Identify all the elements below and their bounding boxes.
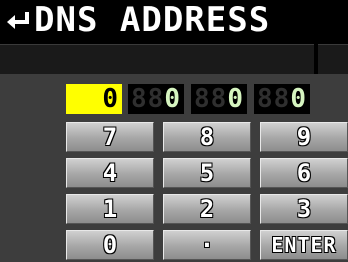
octet-ghost-digits: 88 [257, 84, 291, 114]
key-0[interactable]: 0 [66, 230, 154, 260]
key-8[interactable]: 8 [163, 122, 251, 152]
back-button[interactable] [4, 3, 32, 39]
octet-field-1[interactable]: 88 0 [66, 84, 122, 114]
enter-button[interactable]: ENTER [260, 230, 348, 260]
octet-field-2[interactable]: 88 0 [128, 84, 184, 114]
octet-value: 0 [164, 84, 181, 114]
title-bar: DNS ADDRESS [0, 0, 348, 44]
return-arrow-icon [7, 12, 29, 29]
key-7[interactable]: 7 [66, 122, 154, 152]
octet-ghost-digits: 88 [194, 84, 228, 114]
octet-value: 0 [290, 84, 307, 114]
key-1[interactable]: 1 [66, 194, 154, 224]
key-6[interactable]: 6 [260, 158, 348, 188]
octet-ghost-digits: 88 [69, 84, 103, 114]
octet-ghost-digits: 88 [131, 84, 165, 114]
address-display-side [318, 44, 348, 75]
octet-field-4[interactable]: 88 0 [254, 84, 310, 114]
key-4[interactable]: 4 [66, 158, 154, 188]
octet-value: 0 [102, 84, 119, 114]
key-5[interactable]: 5 [163, 158, 251, 188]
octet-field-3[interactable]: 88 0 [191, 84, 247, 114]
key-dot[interactable]: · [163, 230, 251, 260]
key-3[interactable]: 3 [260, 194, 348, 224]
page-title: DNS ADDRESS [34, 0, 271, 40]
key-2[interactable]: 2 [163, 194, 251, 224]
address-display-bar [0, 44, 314, 75]
octet-value: 0 [227, 84, 244, 114]
key-9[interactable]: 9 [260, 122, 348, 152]
